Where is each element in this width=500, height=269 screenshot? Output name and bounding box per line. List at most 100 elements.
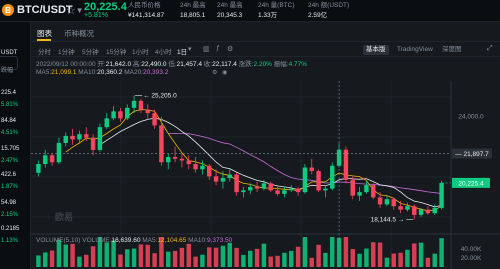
view-tradingview-button[interactable]: TradingView [394, 45, 436, 55]
volume-bar [125, 249, 130, 267]
ma10-line [99, 117, 442, 208]
pair-name: BTC/USDT [17, 4, 73, 16]
stat-label: 24h 量(BTC) [258, 2, 295, 9]
market-list-text[interactable]: 1.87% [1, 184, 18, 190]
market-list-text[interactable]: 0.2185 [1, 226, 19, 232]
view-basic-button[interactable]: 基本版 [363, 45, 389, 55]
volume-bar [90, 246, 96, 267]
candle-body [207, 165, 212, 177]
volume-bar [295, 246, 301, 267]
market-list-text[interactable]: 5.81% [1, 102, 18, 108]
market-list-text[interactable]: 4.51% [1, 130, 18, 136]
kline-chart[interactable]: 24,000.0 — 21,897.7 20,225.4 40.00K 20.00K ← … [31, 57, 500, 269]
interval-option[interactable]: 4小时 [155, 46, 172, 56]
market-list-text[interactable]: 15.705 [1, 146, 19, 152]
volume-bar [131, 248, 137, 267]
favorite-star-icon[interactable]: ☆ [66, 4, 76, 17]
interval-option-selected[interactable]: 1日 [177, 46, 187, 56]
candle-body [377, 197, 383, 205]
market-list-text[interactable]: USDT [1, 50, 17, 56]
market-list-text[interactable]: 2.15% [1, 212, 18, 218]
low-annotation: 18,144.5 → [371, 216, 405, 223]
market-list-text[interactable]: 跌幅 [1, 65, 13, 74]
volume-bar [302, 237, 308, 267]
interval-option[interactable]: 分时 [38, 46, 51, 56]
market-list-text[interactable]: 84.84 [1, 118, 16, 124]
candle-body [193, 164, 198, 170]
volume-bar [220, 245, 226, 267]
indicator-icon[interactable]: ƒ [216, 45, 220, 52]
candle-body [323, 188, 328, 191]
volume-bar [254, 248, 260, 267]
candle-body [172, 157, 178, 159]
amp-value: 4.77% [288, 61, 308, 68]
chart-tabs: 图表 币种概况 [31, 22, 500, 42]
stat-cny-price: 人民币价格 ¥141,314.87 [128, 1, 164, 21]
volume-bar [330, 237, 335, 267]
tab-chart[interactable]: 图表 [37, 28, 52, 39]
volume-bar [309, 257, 314, 267]
candle-body [282, 190, 287, 194]
stat-label: 24h 最高 [217, 2, 243, 9]
candle-body [36, 164, 41, 173]
candle-body [439, 182, 444, 208]
volume-bar [343, 237, 349, 267]
interval-option[interactable]: 5分钟 [82, 46, 99, 56]
volume-bar [104, 242, 109, 267]
ohlc-readout: 2022/09/12 00:00:00 开:21,642.0 高:22,490.… [36, 58, 307, 68]
stat-value: 20,345.3 [217, 12, 243, 19]
volume-axis-label: 40.00K [461, 246, 482, 253]
stat-24h-low: 24h 最高 18,805.1 [180, 1, 206, 21]
candle-body [275, 190, 280, 194]
candle-body [97, 127, 103, 150]
view-depth-button[interactable]: 深度图 [439, 45, 465, 55]
candle-type-icon[interactable]: ▥ [203, 45, 210, 53]
stat-label: 24h 额(USDT) [308, 2, 350, 9]
volume-bar [323, 252, 328, 267]
interval-option[interactable]: 15分钟 [106, 46, 126, 56]
candle-body [200, 165, 205, 170]
ma-settings-icon[interactable]: ⚙ [212, 69, 217, 76]
tab-overview[interactable]: 币种概况 [64, 28, 94, 39]
market-list-text[interactable]: 422.6 [1, 172, 16, 178]
bitcoin-icon: B [2, 4, 14, 16]
chevron-down-icon[interactable]: ▾ [188, 45, 192, 53]
candle-body [77, 134, 82, 140]
candle-body [316, 171, 321, 191]
market-list-text[interactable]: 2.47% [1, 158, 18, 164]
ma5-line [65, 109, 442, 212]
stat-label: 24h 最高 [180, 2, 206, 9]
stat-label: 人民币价格 [128, 2, 161, 9]
market-header: B BTC/USDT ▼ ☆ 20,225.4 +5.81% 人民币价格 ¥14… [0, 0, 500, 22]
market-list-text[interactable]: 54.98 [1, 200, 16, 206]
candle-body [302, 167, 308, 193]
volume-bar [357, 253, 362, 267]
interval-option[interactable]: 1分钟 [58, 46, 75, 56]
volume-readout: VOLUME(5,10) VOLUME:16,639.60 MA5:12,104… [36, 237, 232, 244]
stat-value: ¥141,314.87 [128, 12, 165, 19]
volume-bar [152, 253, 157, 267]
settings-icon[interactable]: ⚙ [227, 45, 233, 53]
current-price-label: 20,225.4 [458, 180, 484, 187]
candle-body [227, 174, 232, 179]
ma20-label: MA20: [124, 69, 144, 76]
stat-24h-high: 24h 最高 20,345.3 [217, 1, 243, 21]
candle-body [131, 100, 137, 108]
ma-hide-icon[interactable]: ◉ [222, 69, 227, 76]
fullscreen-icon[interactable]: ⤢ [487, 45, 493, 53]
volume-bar [405, 249, 410, 267]
volume-bar [268, 256, 273, 267]
candle-body [418, 209, 424, 215]
ma-readout: MA5:21,099.1 MA10:20,360.2 MA20:20,393.2 [36, 69, 168, 76]
volume-bar [70, 243, 75, 267]
market-list-text[interactable]: 225.4 [1, 90, 16, 96]
ma5-label: MA5: [36, 69, 52, 76]
high-label: 高: [132, 61, 142, 68]
market-list-text[interactable]: 1.13% [1, 238, 18, 244]
candle-body [138, 100, 144, 110]
candle-body [398, 206, 403, 210]
stat-value: 2.59亿 [308, 12, 328, 19]
candle-body [90, 137, 96, 150]
volume-bar [418, 242, 424, 267]
interval-option[interactable]: 1小时 [132, 46, 149, 56]
